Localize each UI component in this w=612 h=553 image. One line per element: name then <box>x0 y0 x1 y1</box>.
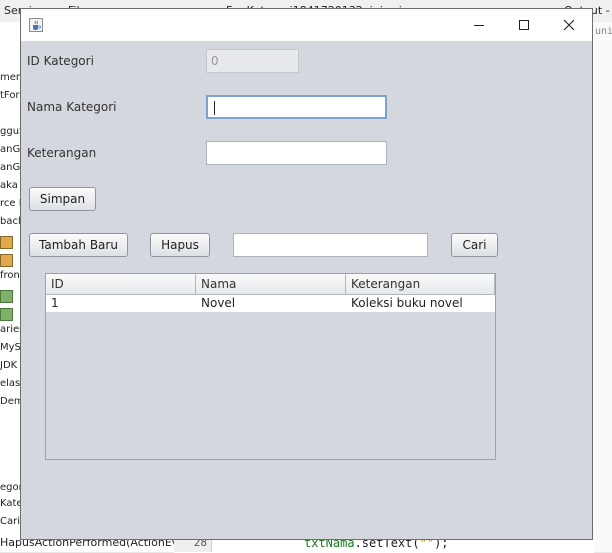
java-cup-icon[interactable] <box>29 18 43 32</box>
java-file-icon <box>0 254 13 267</box>
ide-project-tree: menL tForm gguS anG anG aka rce P back f… <box>0 22 21 552</box>
nama-kategori-field[interactable] <box>206 95 387 119</box>
column-header-keterangan[interactable]: Keterangan <box>346 274 495 294</box>
table-header: ID Nama Keterangan <box>46 274 495 295</box>
tree-item[interactable]: fron <box>0 270 20 281</box>
column-header-id[interactable]: ID <box>46 274 196 294</box>
output-text: uni <box>595 26 612 37</box>
nama-kategori-label: Nama Kategori <box>27 100 117 114</box>
tambah-baru-button[interactable]: Tambah Baru <box>29 233 128 257</box>
tree-item[interactable]: MyS <box>0 342 20 353</box>
library-icon <box>0 290 13 303</box>
library-icon <box>0 308 13 321</box>
text-cursor <box>214 101 215 115</box>
maximize-button[interactable] <box>501 9 547 41</box>
close-button[interactable] <box>546 9 592 41</box>
minimize-icon <box>474 25 484 26</box>
tree-item[interactable]: Dem <box>0 396 20 407</box>
tree-item[interactable]: menL <box>0 72 20 83</box>
java-file-icon <box>0 236 13 249</box>
keterangan-field[interactable] <box>206 141 387 165</box>
hapus-button[interactable]: Hapus <box>150 233 210 257</box>
keterangan-label: Keterangan <box>27 146 97 160</box>
column-header-nama[interactable]: Nama <box>196 274 346 294</box>
id-kategori-field <box>206 49 299 73</box>
minimize-button[interactable] <box>456 9 502 41</box>
tree-item[interactable]: aka <box>0 180 18 191</box>
ide-output-panel: uni <box>593 22 612 552</box>
search-input[interactable] <box>233 233 428 257</box>
cell-id: 1 <box>51 296 59 310</box>
kategori-table[interactable]: ID Nama Keterangan 1 Novel Koleksi buku … <box>45 273 496 460</box>
tree-item[interactable]: back <box>0 216 20 227</box>
navigator-item[interactable]: egori <box>0 482 20 493</box>
cari-button[interactable]: Cari <box>451 233 498 257</box>
tree-item[interactable]: elasP <box>0 378 20 389</box>
tree-item[interactable]: rce P <box>0 198 20 209</box>
maximize-icon <box>519 20 529 30</box>
id-kategori-label: ID Kategori <box>27 54 94 68</box>
table-row[interactable]: 1 Novel Koleksi buku novel <box>46 295 495 312</box>
tree-item[interactable]: gguS <box>0 126 20 137</box>
navigator-item[interactable]: CariA <box>0 516 20 527</box>
cell-keterangan: Koleksi buku novel <box>351 296 463 310</box>
tree-item[interactable]: anG <box>0 144 20 155</box>
close-icon <box>563 19 575 31</box>
tree-item[interactable]: aries <box>0 324 20 335</box>
simpan-button[interactable]: Simpan <box>29 187 96 211</box>
tree-item[interactable]: tForm <box>0 90 20 101</box>
tree-item[interactable]: anG <box>0 162 20 173</box>
cell-nama: Novel <box>201 296 236 310</box>
kategori-window: ID Kategori Nama Kategori Keterangan Sim… <box>20 8 593 540</box>
tree-item[interactable]: JDK <box>0 360 17 371</box>
navigator-item[interactable]: Kate <box>0 498 20 509</box>
window-titlebar[interactable] <box>21 9 592 41</box>
